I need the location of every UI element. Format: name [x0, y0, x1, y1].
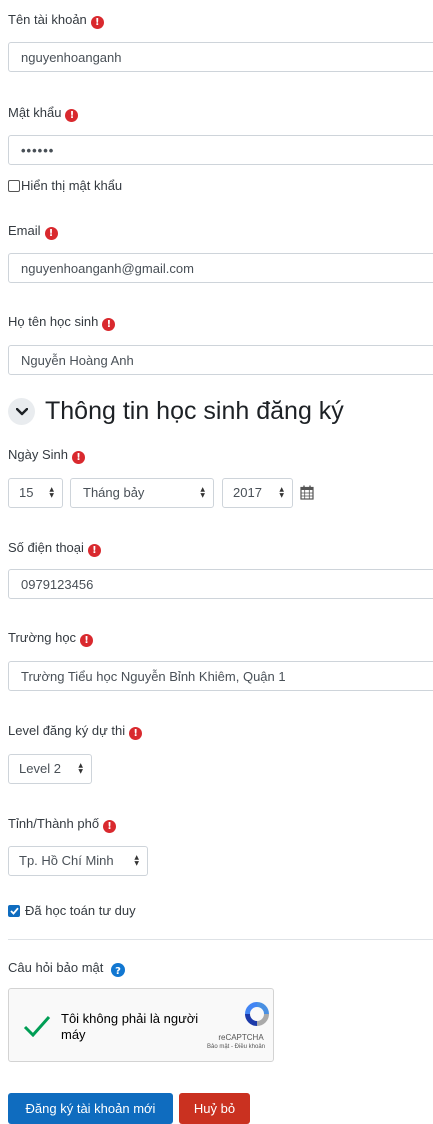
username-label: Tên tài khoản!: [8, 12, 104, 29]
password-label: Mật khẩu!: [8, 105, 79, 122]
email-label: Email!: [8, 223, 58, 240]
birth-day-select[interactable]: 15 ▲ ▼: [8, 478, 63, 508]
recaptcha-brand: reCAPTCHA: [218, 1033, 264, 1042]
studied-math-option[interactable]: Đã học toán tư duy: [8, 903, 136, 918]
phone-input[interactable]: [8, 569, 433, 599]
student-name-input[interactable]: [8, 345, 433, 375]
password-input[interactable]: [8, 135, 433, 165]
select-arrows-icon: ▲ ▼: [49, 486, 54, 499]
check-icon: [9, 907, 19, 915]
school-label: Trường học!: [8, 630, 94, 647]
phone-label: Số điện thoại!: [8, 540, 101, 557]
show-password-option[interactable]: Hiển thị mật khẩu: [8, 178, 122, 193]
recaptcha-links[interactable]: Bảo mật - Điều khoản: [199, 1044, 273, 1050]
cancel-button[interactable]: Huỷ bỏ: [179, 1093, 250, 1124]
level-select[interactable]: Level 2 ▲ ▼: [8, 754, 92, 784]
calendar-icon[interactable]: [300, 485, 314, 503]
recaptcha-widget: Tôi không phải là người máy reCAPTCHA Bả…: [8, 988, 274, 1062]
select-arrows-icon: ▲ ▼: [134, 854, 139, 867]
student-name-label: Họ tên học sinh!: [8, 314, 116, 331]
email-input[interactable]: [8, 253, 433, 283]
student-section-header[interactable]: Thông tin học sinh đăng ký: [8, 397, 344, 426]
required-icon: !: [90, 16, 104, 29]
section-title: Thông tin học sinh đăng ký: [45, 397, 344, 425]
school-input[interactable]: [8, 661, 433, 691]
security-question-label: Câu hỏi bảo mật ?: [8, 957, 126, 977]
select-arrows-icon: ▲ ▼: [78, 762, 83, 775]
required-icon: !: [71, 451, 85, 464]
required-icon: !: [129, 727, 143, 740]
required-icon: !: [65, 109, 79, 122]
show-password-checkbox[interactable]: [8, 179, 20, 192]
required-icon: !: [102, 318, 116, 331]
select-arrows-icon: ▲ ▼: [279, 486, 284, 499]
username-input[interactable]: [8, 42, 433, 72]
birthdate-label: Ngày Sinh!: [8, 447, 85, 464]
register-button[interactable]: Đăng ký tài khoản mới: [8, 1093, 173, 1124]
divider: [8, 939, 433, 940]
birth-year-select[interactable]: 2017 ▲ ▼: [222, 478, 293, 508]
required-icon: !: [80, 634, 94, 647]
city-label: Tỉnh/Thành phố!: [8, 816, 117, 833]
level-label: Level đăng ký dự thi!: [8, 723, 143, 740]
captcha-text: Tôi không phải là người máy: [61, 1011, 199, 1042]
recaptcha-logo-icon: [242, 999, 272, 1032]
studied-math-checkbox[interactable]: [8, 904, 20, 917]
help-icon[interactable]: ?: [111, 963, 126, 977]
birth-month-select[interactable]: Tháng bảy ▲ ▼: [70, 478, 214, 508]
chevron-down-icon[interactable]: [8, 398, 35, 425]
svg-text:?: ?: [116, 966, 122, 977]
required-icon: !: [87, 544, 101, 557]
select-arrows-icon: ▲ ▼: [200, 486, 205, 499]
required-icon: !: [103, 820, 117, 833]
required-icon: !: [44, 227, 58, 240]
city-select[interactable]: Tp. Hồ Chí Minh ▲ ▼: [8, 846, 148, 876]
checkmark-icon[interactable]: [23, 1015, 51, 1040]
